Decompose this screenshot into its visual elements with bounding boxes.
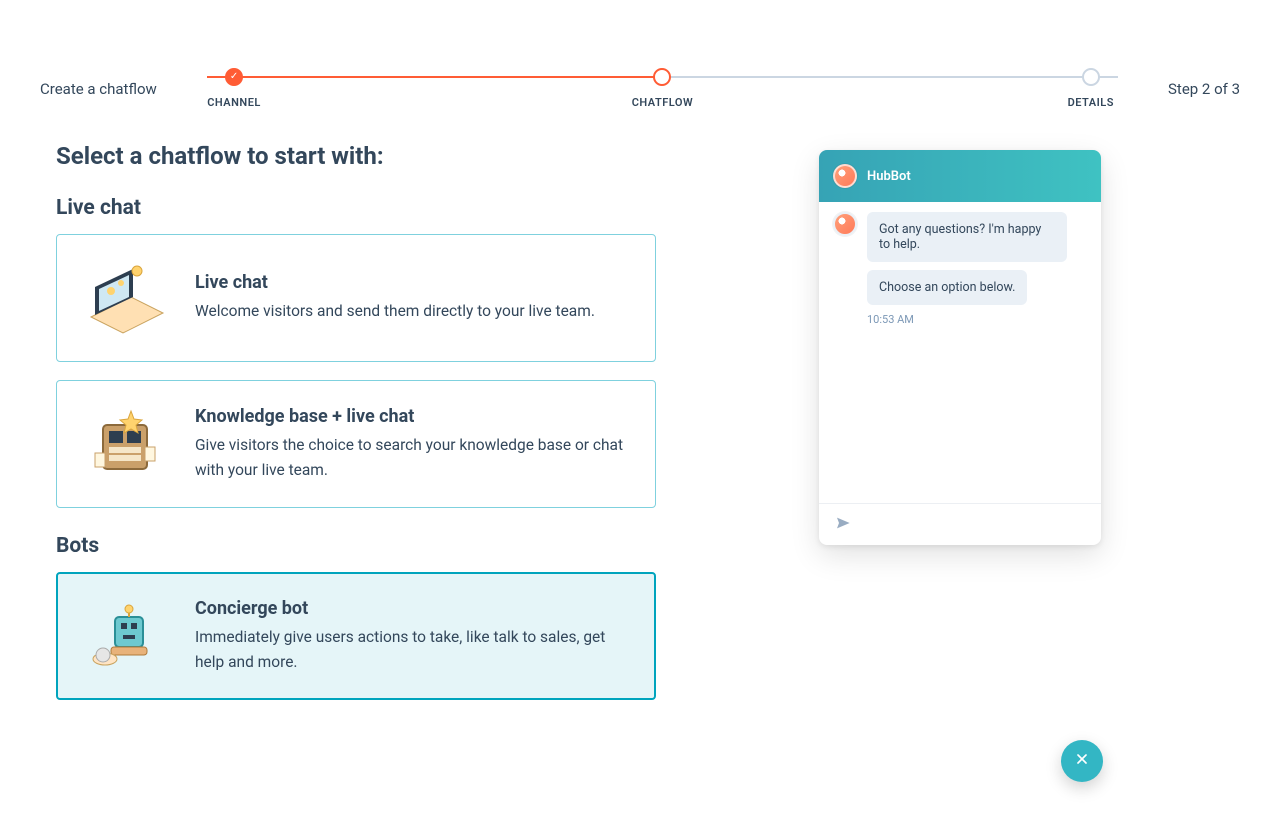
knowledge-base-icon [81, 403, 171, 485]
content: Select a chatflow to start with: Live ch… [0, 112, 1280, 726]
close-chat-button[interactable] [1061, 740, 1103, 782]
stepper-labels: CHANNEL CHATFLOW DETAILS [197, 96, 1128, 112]
message-row: Got any questions? I'm happy to help. Ch… [833, 212, 1087, 326]
avatar-column [833, 212, 859, 326]
stepper-track-progress [207, 76, 663, 78]
card-title: Concierge bot [195, 598, 631, 619]
chatflow-options: Select a chatflow to start with: Live ch… [56, 142, 656, 726]
step-label-details: DETAILS [1068, 96, 1114, 109]
chat-header: HubBot [819, 150, 1101, 202]
wizard-header: Create a chatflow ✓ CHANNEL CHATFLOW DET… [0, 0, 1280, 112]
group-title-bots: Bots [56, 534, 656, 558]
step-label-channel: CHANNEL [207, 96, 261, 109]
bot-name: HubBot [867, 169, 911, 184]
card-body: Concierge bot Immediately give users act… [195, 598, 631, 673]
bots-cards: Concierge bot Immediately give users act… [56, 572, 656, 700]
chat-widget: HubBot Got any questions? I'm happy to h… [819, 150, 1101, 545]
card-body: Knowledge base + live chat Give visitors… [195, 406, 631, 481]
concierge-bot-icon [81, 595, 171, 677]
step-dot-details[interactable] [1082, 68, 1100, 86]
livechat-cards: Live chat Welcome visitors and send them… [56, 234, 656, 508]
bot-avatar-icon [833, 164, 857, 188]
step-dot-channel[interactable]: ✓ [225, 68, 243, 86]
card-concierge-bot[interactable]: Concierge bot Immediately give users act… [56, 572, 656, 700]
message-column: Got any questions? I'm happy to help. Ch… [867, 212, 1087, 326]
step-counter: Step 2 of 3 [1168, 60, 1240, 98]
card-desc: Welcome visitors and send them directly … [195, 299, 595, 323]
card-title: Live chat [195, 272, 595, 293]
page-title: Select a chatflow to start with: [56, 142, 656, 170]
chat-preview-wrapper: HubBot Got any questions? I'm happy to h… [819, 150, 1101, 726]
card-title: Knowledge base + live chat [195, 406, 631, 427]
card-desc: Give visitors the choice to search your … [195, 433, 631, 481]
laptop-chat-icon [81, 257, 171, 339]
step-label-chatflow: CHATFLOW [632, 96, 693, 109]
close-icon [1074, 751, 1090, 771]
check-icon: ✓ [230, 72, 238, 82]
chat-body: Got any questions? I'm happy to help. Ch… [819, 202, 1101, 503]
bot-message: Choose an option below. [867, 270, 1027, 305]
wizard-title: Create a chatflow [40, 60, 157, 98]
card-desc: Immediately give users actions to take, … [195, 625, 631, 673]
card-kb-live-chat[interactable]: Knowledge base + live chat Give visitors… [56, 380, 656, 508]
step-dot-chatflow[interactable] [653, 68, 671, 86]
group-title-livechat: Live chat [56, 196, 656, 220]
card-body: Live chat Welcome visitors and send them… [195, 272, 595, 323]
preview-column: HubBot Got any questions? I'm happy to h… [696, 142, 1224, 726]
send-icon[interactable] [835, 515, 851, 535]
stepper: ✓ CHANNEL CHATFLOW DETAILS [197, 60, 1128, 112]
card-live-chat[interactable]: Live chat Welcome visitors and send them… [56, 234, 656, 362]
bot-avatar-icon [833, 212, 857, 236]
stepper-track: ✓ [197, 68, 1128, 86]
message-time: 10:53 AM [867, 313, 1087, 326]
bot-message: Got any questions? I'm happy to help. [867, 212, 1067, 262]
chat-input-area[interactable] [819, 503, 1101, 545]
